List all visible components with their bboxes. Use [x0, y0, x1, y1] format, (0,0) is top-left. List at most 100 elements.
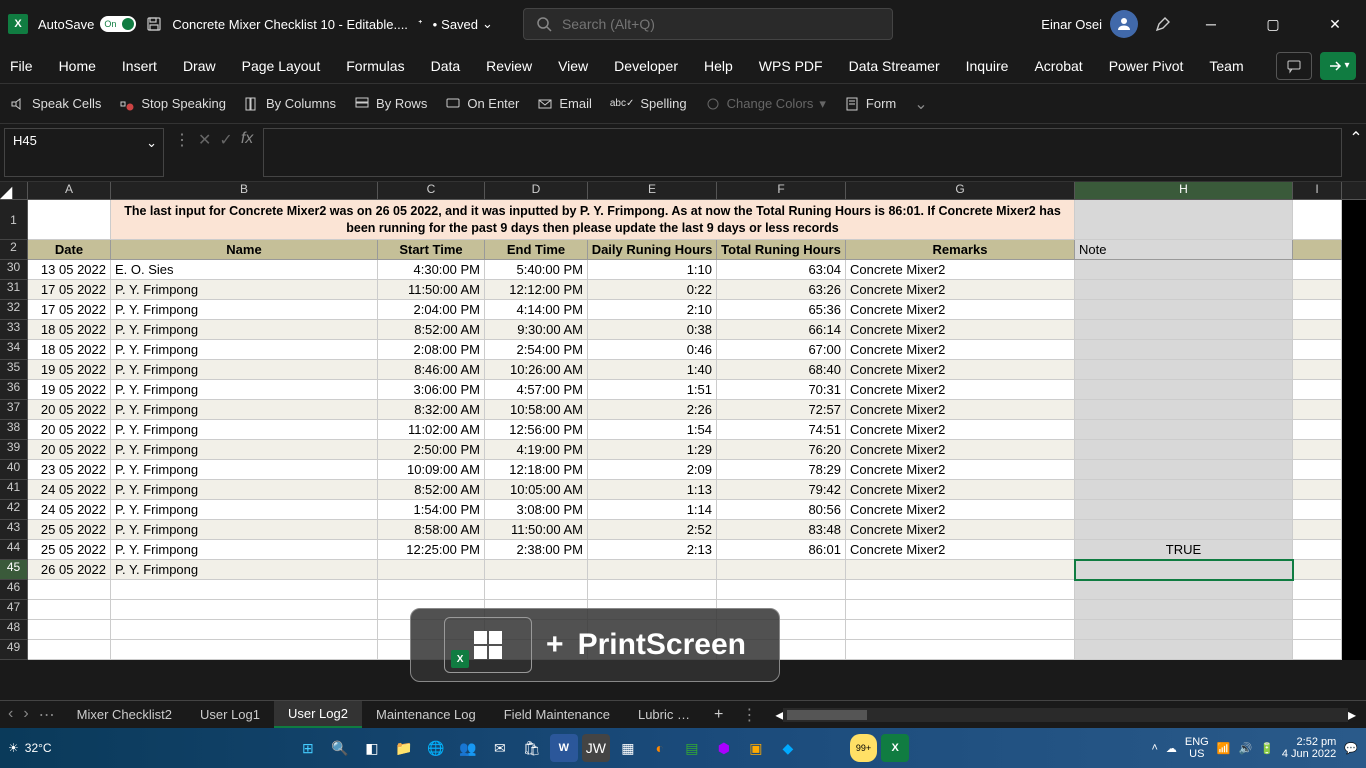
row-header[interactable]: 2 [0, 240, 28, 260]
cell[interactable]: 67:00 [717, 340, 846, 360]
cell[interactable]: 1:40 [588, 360, 717, 380]
cell[interactable]: 11:02:00 AM [378, 420, 485, 440]
cell[interactable] [1075, 360, 1293, 380]
row-header[interactable]: 48 [0, 620, 28, 640]
cell[interactable] [1075, 440, 1293, 460]
ribbon-tab[interactable]: Home [59, 52, 96, 80]
cell[interactable]: 1:54 [588, 420, 717, 440]
cell[interactable] [1293, 380, 1342, 400]
select-all-corner[interactable]: ◢ [0, 182, 28, 199]
cell[interactable] [1293, 260, 1342, 280]
cell[interactable]: 26 05 2022 [28, 560, 111, 580]
cell[interactable]: 8:32:00 AM [378, 400, 485, 420]
cell[interactable]: Concrete Mixer2 [846, 340, 1075, 360]
battery-icon[interactable]: 🔋 [1260, 742, 1274, 755]
cell[interactable] [28, 620, 111, 640]
search-taskbar-icon[interactable]: 🔍 [326, 734, 354, 762]
edge-icon[interactable]: 🌐 [422, 734, 450, 762]
row-header[interactable]: 41 [0, 480, 28, 500]
cell[interactable]: 76:20 [717, 440, 846, 460]
excel-taskbar-icon[interactable]: X [881, 734, 909, 762]
cell[interactable]: 9:30:00 AM [485, 320, 588, 340]
cell[interactable]: P. Y. Frimpong [111, 380, 378, 400]
word-icon[interactable]: W [550, 734, 578, 762]
cell[interactable]: Remarks [846, 240, 1075, 260]
cell[interactable]: Start Time [378, 240, 485, 260]
cell[interactable]: 8:52:00 AM [378, 480, 485, 500]
cell[interactable]: 1:14 [588, 500, 717, 520]
scroll-thumb[interactable] [787, 710, 867, 720]
cell[interactable]: 2:26 [588, 400, 717, 420]
close-button[interactable]: ✕ [1312, 8, 1358, 40]
onedrive-icon[interactable]: ☁ [1166, 742, 1177, 755]
column-header[interactable]: B [111, 182, 378, 199]
cell[interactable]: 18 05 2022 [28, 340, 111, 360]
cell[interactable]: 4:30:00 PM [378, 260, 485, 280]
search-box[interactable] [523, 8, 893, 40]
cell[interactable]: 10:26:00 AM [485, 360, 588, 380]
row-header[interactable]: 44 [0, 540, 28, 560]
fx-icon[interactable]: fx [241, 130, 253, 148]
cell[interactable]: 19 05 2022 [28, 360, 111, 380]
cell[interactable]: Concrete Mixer2 [846, 320, 1075, 340]
cell[interactable] [717, 560, 846, 580]
cell[interactable] [846, 640, 1075, 660]
row-header[interactable]: 32 [0, 300, 28, 320]
cell[interactable]: 8:46:00 AM [378, 360, 485, 380]
cell[interactable]: 1:54:00 PM [378, 500, 485, 520]
cell[interactable] [1075, 200, 1293, 240]
cell[interactable]: Concrete Mixer2 [846, 260, 1075, 280]
ribbon-tab[interactable]: Review [486, 52, 532, 80]
ribbon-tab[interactable]: WPS PDF [759, 52, 823, 80]
cell[interactable] [28, 200, 111, 240]
cell[interactable]: Daily Runing Hours [588, 240, 717, 260]
cell[interactable] [28, 600, 111, 620]
row-header[interactable]: 34 [0, 340, 28, 360]
explorer-icon[interactable]: 📁 [390, 734, 418, 762]
form-button[interactable]: Form [844, 96, 896, 112]
cell[interactable] [1075, 500, 1293, 520]
ribbon-tab[interactable]: File [10, 52, 33, 80]
cell[interactable] [1293, 520, 1342, 540]
cell[interactable]: 4:14:00 PM [485, 300, 588, 320]
chevron-down-icon[interactable]: ⌄ [146, 135, 157, 151]
cell[interactable] [1075, 620, 1293, 640]
cell[interactable]: 68:40 [717, 360, 846, 380]
cell[interactable]: 20 05 2022 [28, 420, 111, 440]
cell[interactable]: 0:22 [588, 280, 717, 300]
share-button[interactable]: ▾ [1320, 52, 1356, 80]
column-header[interactable]: A [28, 182, 111, 199]
cell[interactable]: 12:56:00 PM [485, 420, 588, 440]
cell[interactable]: 72:57 [717, 400, 846, 420]
cell[interactable]: Concrete Mixer2 [846, 460, 1075, 480]
cell[interactable]: 23 05 2022 [28, 460, 111, 480]
cell[interactable] [1293, 580, 1342, 600]
cell[interactable]: 1:29 [588, 440, 717, 460]
cell[interactable]: 24 05 2022 [28, 500, 111, 520]
column-header[interactable]: C [378, 182, 485, 199]
wifi-icon[interactable]: 📶 [1217, 742, 1231, 755]
cell[interactable] [1293, 600, 1342, 620]
cell[interactable] [1293, 620, 1342, 640]
spelling-button[interactable]: abc✓Spelling [610, 96, 687, 111]
cell[interactable] [111, 580, 378, 600]
cell[interactable] [1293, 400, 1342, 420]
cell[interactable]: 17 05 2022 [28, 300, 111, 320]
app-icon[interactable]: ▤ [678, 734, 706, 762]
cell[interactable]: 2:13 [588, 540, 717, 560]
cell[interactable] [28, 580, 111, 600]
cell[interactable]: 2:09 [588, 460, 717, 480]
cell[interactable]: P. Y. Frimpong [111, 460, 378, 480]
cell[interactable]: P. Y. Frimpong [111, 300, 378, 320]
cell[interactable] [1075, 260, 1293, 280]
pen-icon[interactable] [1154, 15, 1172, 33]
cell[interactable]: 0:46 [588, 340, 717, 360]
cell[interactable] [1075, 520, 1293, 540]
ribbon-tab[interactable]: Data Streamer [849, 52, 940, 80]
cell[interactable]: 12:18:00 PM [485, 460, 588, 480]
cell[interactable] [717, 580, 846, 600]
ribbon-tab[interactable]: Power Pivot [1109, 52, 1184, 80]
expand-formula-icon[interactable]: ⌃ [1346, 124, 1366, 181]
cell[interactable] [588, 560, 717, 580]
cell[interactable]: 5:40:00 PM [485, 260, 588, 280]
